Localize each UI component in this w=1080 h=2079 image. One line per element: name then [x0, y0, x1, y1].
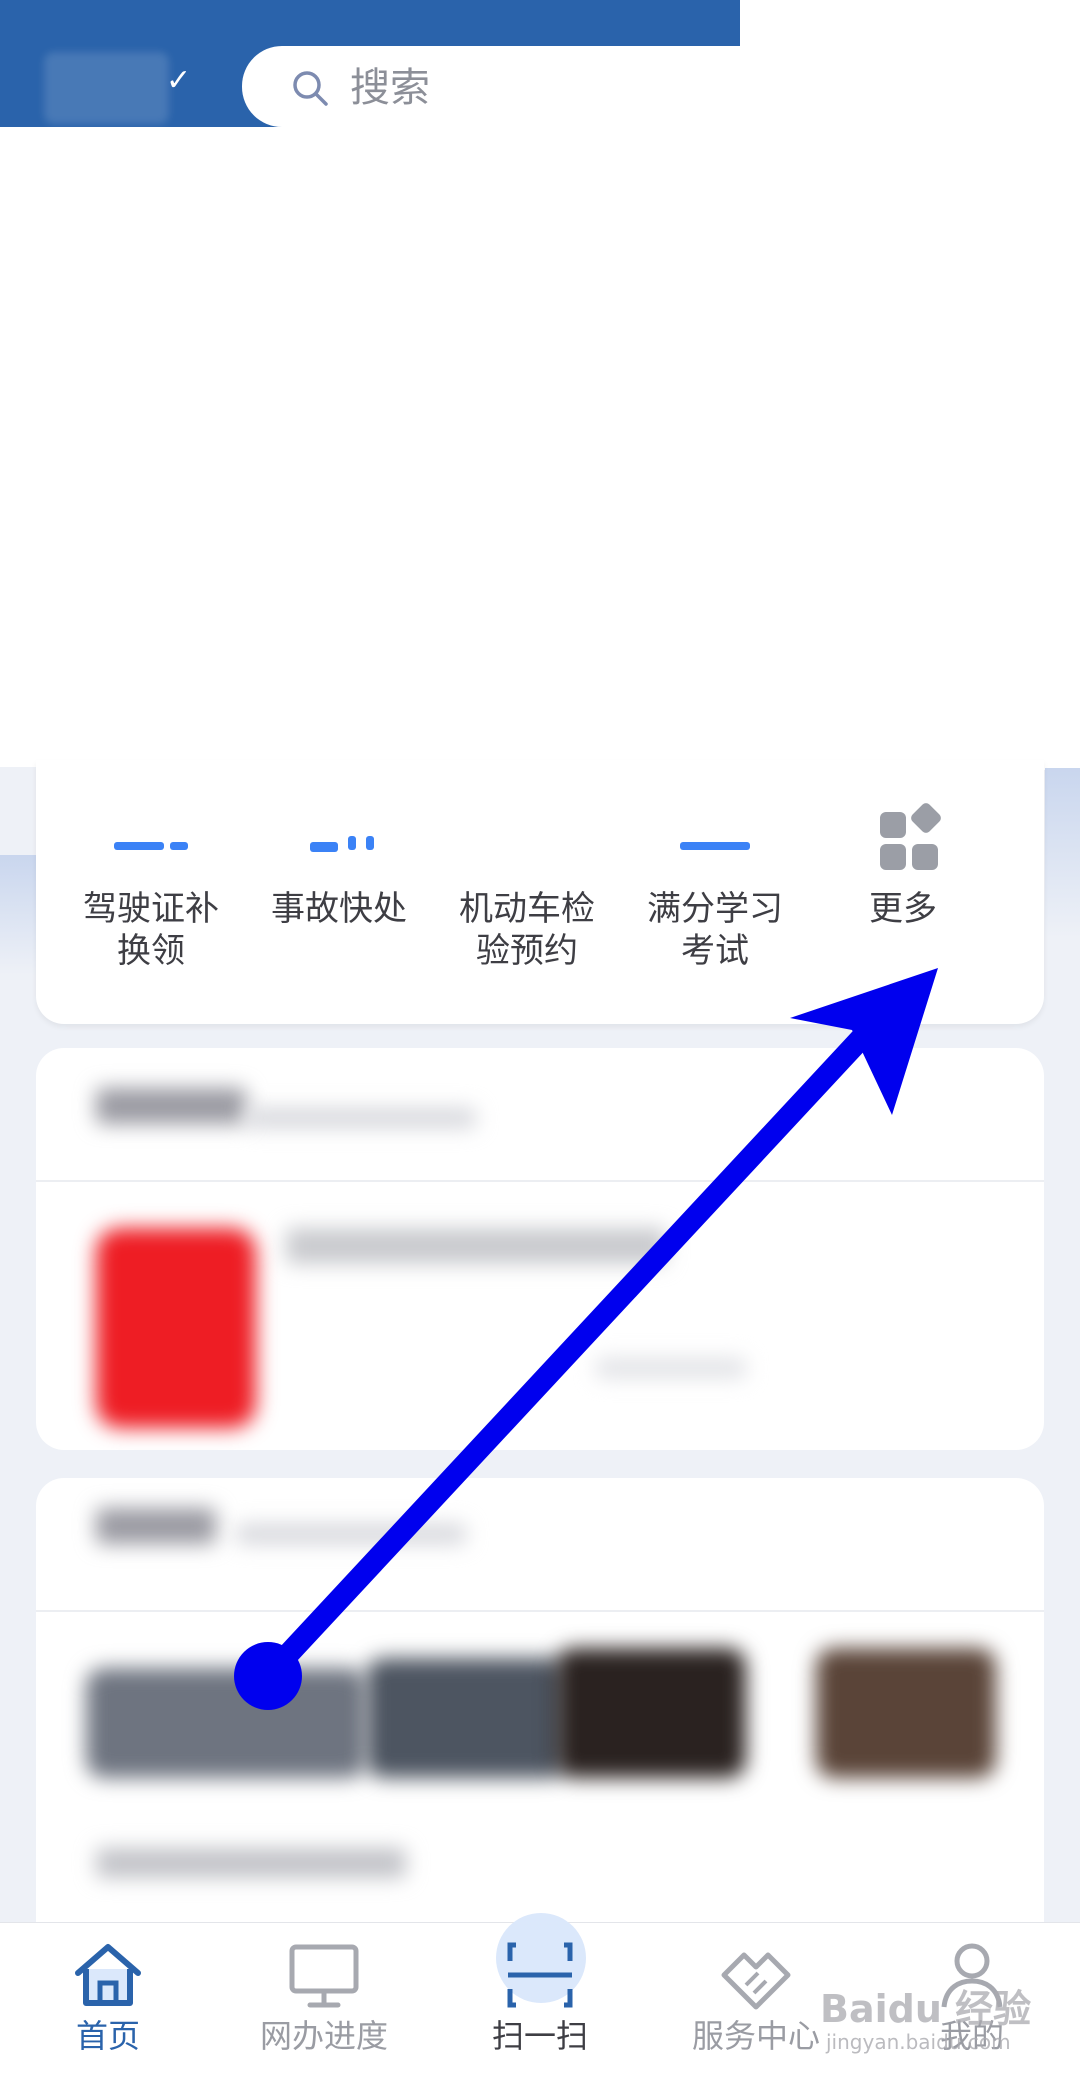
- accident-icon-part: [348, 836, 356, 850]
- video-thumbnail: [86, 1668, 366, 1778]
- tab-scan[interactable]: 扫一扫: [432, 1913, 648, 2079]
- home-icon: [75, 1944, 141, 2006]
- tab-label: 网办进度: [259, 2017, 388, 2055]
- tab-home[interactable]: 首页: [0, 1923, 216, 2079]
- exam-icon: [680, 842, 750, 850]
- accident-icon-part: [366, 836, 374, 850]
- service-label: 驾驶证补 换领: [83, 889, 219, 971]
- video-card[interactable]: [36, 1478, 1044, 1958]
- background-gradient: [1045, 768, 1080, 938]
- blank-region: [0, 127, 1080, 767]
- license-icon: [114, 842, 164, 850]
- service-label: 机动车检 验预约: [459, 889, 595, 971]
- search-icon: [293, 71, 328, 106]
- grid-icon: [880, 803, 941, 870]
- card-title: [96, 1088, 246, 1124]
- check-icon: ✓: [166, 63, 192, 98]
- card-subtitle: [246, 1108, 476, 1128]
- handshake-icon: [721, 1952, 791, 2010]
- scan-icon: [507, 1942, 573, 2008]
- search-input[interactable]: [242, 46, 862, 127]
- service-label: 更多: [869, 889, 937, 929]
- divider: [36, 1180, 1044, 1182]
- news-thumbnail: [96, 1228, 256, 1428]
- tab-label: 首页: [75, 2017, 140, 2055]
- background-gradient: [0, 855, 36, 975]
- watermark-url: jingyan.baidu.com: [826, 2030, 1011, 2054]
- service-vehicle-inspection[interactable]: 机动车检 验预约: [432, 760, 622, 1024]
- watermark-logo: Baidu 经验: [820, 1987, 1032, 2031]
- service-license-renewal[interactable]: 驾驶证补 换领: [56, 760, 246, 1024]
- service-more[interactable]: 更多: [808, 760, 998, 1024]
- tab-label: 扫一扫: [491, 2017, 588, 2055]
- video-thumbnail: [816, 1648, 996, 1778]
- card-subtitle: [236, 1524, 466, 1544]
- monitor-icon: [289, 1944, 359, 2008]
- news-headline: [286, 1228, 666, 1264]
- accident-icon: [310, 842, 338, 852]
- service-accident[interactable]: 事故快处: [244, 760, 434, 1024]
- video-thumbnail: [556, 1648, 746, 1778]
- service-exam[interactable]: 满分学习 考试: [620, 760, 810, 1024]
- video-caption: [96, 1848, 406, 1878]
- service-label: 事故快处: [271, 889, 407, 929]
- license-icon-part: [170, 842, 188, 850]
- search-placeholder: 搜索: [350, 65, 430, 111]
- divider: [36, 1610, 1044, 1612]
- card-title: [96, 1508, 216, 1544]
- video-thumbnail: [366, 1658, 566, 1778]
- quick-services-card: 驾驶证补 换领 事故快处 机动车检 验预约 满分学习 考试 更多: [36, 760, 1044, 1024]
- news-meta: [596, 1358, 746, 1378]
- city-selector[interactable]: [44, 52, 169, 124]
- service-label: 满分学习 考试: [647, 889, 783, 971]
- news-card[interactable]: [36, 1048, 1044, 1450]
- tab-progress[interactable]: 网办进度: [216, 1923, 432, 2079]
